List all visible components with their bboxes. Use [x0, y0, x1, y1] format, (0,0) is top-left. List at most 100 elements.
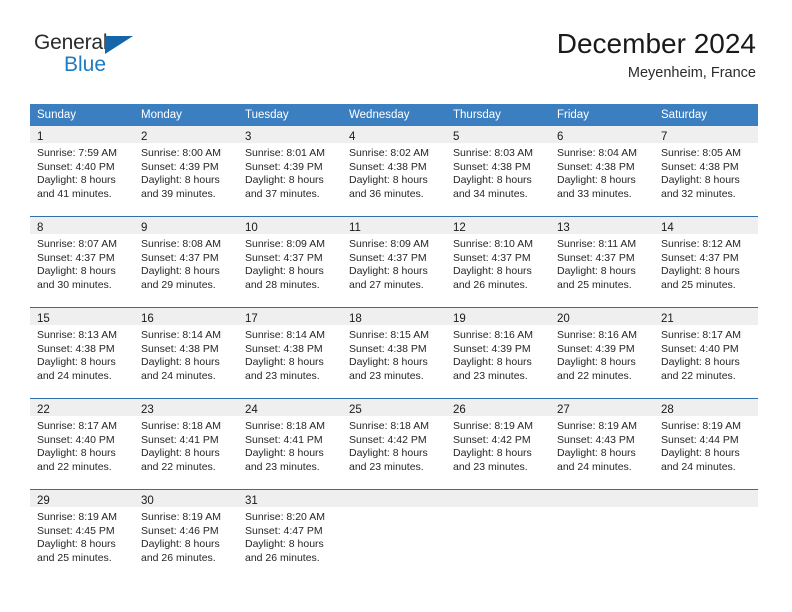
day-number: 21 [661, 313, 674, 325]
day-number-band: 28 [654, 399, 758, 416]
sunset-text: Sunset: 4:38 PM [141, 342, 219, 355]
calendar-day-cell[interactable]: 23 Sunrise: 8:18 AM Sunset: 4:41 PM Dayligh… [134, 398, 238, 483]
day-number: 2 [141, 131, 148, 143]
day-cell-content: 30 Sunrise: 8:19 AM Sunset: 4:46 PM Dayligh… [134, 490, 238, 574]
calendar-day-cell[interactable]: 18 Sunrise: 8:15 AM Sunset: 4:38 PM Dayligh… [342, 307, 446, 392]
weekday-header-tuesday: Tuesday [238, 104, 342, 126]
sunset-text: Sunset: 4:38 PM [245, 342, 323, 355]
day-number-band: 20 [550, 308, 654, 325]
sunset-text: Sunset: 4:37 PM [37, 251, 115, 264]
calendar-day-cell[interactable] [654, 489, 758, 574]
daylight-text-line1: Daylight: 8 hours [557, 356, 636, 369]
calendar-day-cell[interactable]: 27 Sunrise: 8:19 AM Sunset: 4:43 PM Dayligh… [550, 398, 654, 483]
calendar-day-cell[interactable]: 29 Sunrise: 8:19 AM Sunset: 4:45 PM Dayligh… [30, 489, 134, 574]
day-number: 6 [557, 131, 564, 143]
day-number: 8 [37, 222, 44, 234]
sunrise-text: Sunrise: 8:05 AM [661, 147, 741, 159]
daylight-text-line2: and 26 minutes. [141, 551, 216, 564]
daylight-text-line2: and 24 minutes. [141, 369, 216, 382]
sunrise-text: Sunrise: 8:17 AM [661, 329, 741, 341]
daylight-text-line1: Daylight: 8 hours [453, 447, 532, 460]
daylight-text-line2: and 23 minutes. [349, 369, 424, 382]
calendar-day-cell[interactable]: 1 Sunrise: 7:59 AM Sunset: 4:40 PM Daylight… [30, 126, 134, 210]
weekday-header-monday: Monday [134, 104, 238, 126]
day-number-band: 31 [238, 490, 342, 507]
calendar-day-cell[interactable]: 16 Sunrise: 8:14 AM Sunset: 4:38 PM Dayligh… [134, 307, 238, 392]
calendar-day-cell[interactable]: 31 Sunrise: 8:20 AM Sunset: 4:47 PM Dayligh… [238, 489, 342, 574]
daylight-text-line2: and 23 minutes. [245, 369, 320, 382]
sunset-text: Sunset: 4:37 PM [141, 251, 219, 264]
calendar-day-cell[interactable]: 26 Sunrise: 8:19 AM Sunset: 4:42 PM Dayligh… [446, 398, 550, 483]
calendar-day-cell[interactable]: 4 Sunrise: 8:02 AM Sunset: 4:38 PM Daylight… [342, 126, 446, 210]
brand-logo[interactable]: General Blue [34, 32, 164, 82]
sunrise-text: Sunrise: 8:14 AM [245, 329, 325, 341]
calendar-day-cell[interactable]: 13 Sunrise: 8:11 AM Sunset: 4:37 PM Dayligh… [550, 216, 654, 301]
calendar-day-cell[interactable]: 30 Sunrise: 8:19 AM Sunset: 4:46 PM Dayligh… [134, 489, 238, 574]
calendar-day-cell[interactable]: 11 Sunrise: 8:09 AM Sunset: 4:37 PM Dayligh… [342, 216, 446, 301]
calendar-day-cell[interactable]: 12 Sunrise: 8:10 AM Sunset: 4:37 PM Dayligh… [446, 216, 550, 301]
weekday-header-wednesday: Wednesday [342, 104, 446, 126]
day-number-band: 11 [342, 217, 446, 234]
day-number: 23 [141, 404, 154, 416]
calendar-day-cell[interactable]: 14 Sunrise: 8:12 AM Sunset: 4:37 PM Dayligh… [654, 216, 758, 301]
calendar-day-cell[interactable]: 9 Sunrise: 8:08 AM Sunset: 4:37 PM Daylight… [134, 216, 238, 301]
day-number-band: 25 [342, 399, 446, 416]
day-cell-content: 13 Sunrise: 8:11 AM Sunset: 4:37 PM Dayligh… [550, 217, 654, 301]
calendar-day-cell[interactable]: 25 Sunrise: 8:18 AM Sunset: 4:42 PM Dayligh… [342, 398, 446, 483]
calendar-day-cell[interactable]: 6 Sunrise: 8:04 AM Sunset: 4:38 PM Daylight… [550, 126, 654, 210]
calendar-day-cell[interactable]: 3 Sunrise: 8:01 AM Sunset: 4:39 PM Daylight… [238, 126, 342, 210]
sunrise-text: Sunrise: 8:18 AM [245, 420, 325, 432]
day-cell-content: 28 Sunrise: 8:19 AM Sunset: 4:44 PM Dayligh… [654, 399, 758, 483]
calendar-day-cell[interactable]: 10 Sunrise: 8:09 AM Sunset: 4:37 PM Dayligh… [238, 216, 342, 301]
sunset-text: Sunset: 4:47 PM [245, 524, 323, 537]
sunset-text: Sunset: 4:40 PM [661, 342, 739, 355]
calendar-day-cell[interactable]: 22 Sunrise: 8:17 AM Sunset: 4:40 PM Dayligh… [30, 398, 134, 483]
day-number-band: 12 [446, 217, 550, 234]
day-details: Sunrise: 8:11 AM Sunset: 4:37 PM Daylight:… [550, 234, 654, 292]
daylight-text-line1: Daylight: 8 hours [245, 538, 324, 551]
daylight-text-line1: Daylight: 8 hours [37, 538, 116, 551]
calendar-day-cell[interactable]: 19 Sunrise: 8:16 AM Sunset: 4:39 PM Dayligh… [446, 307, 550, 392]
sunset-text: Sunset: 4:39 PM [453, 342, 531, 355]
day-cell-content: 26 Sunrise: 8:19 AM Sunset: 4:42 PM Dayligh… [446, 399, 550, 483]
sunrise-text: Sunrise: 8:02 AM [349, 147, 429, 159]
sunrise-text: Sunrise: 8:18 AM [349, 420, 429, 432]
day-details: Sunrise: 8:02 AM Sunset: 4:38 PM Daylight:… [342, 143, 446, 201]
title-block: December 2024 Meyenheim, France [557, 28, 756, 83]
daylight-text-line1: Daylight: 8 hours [245, 356, 324, 369]
sunset-text: Sunset: 4:37 PM [557, 251, 635, 264]
daylight-text-line2: and 30 minutes. [37, 278, 112, 291]
daylight-text-line2: and 41 minutes. [37, 187, 112, 200]
calendar-day-cell[interactable]: 2 Sunrise: 8:00 AM Sunset: 4:39 PM Daylight… [134, 126, 238, 210]
sunrise-text: Sunrise: 8:17 AM [37, 420, 117, 432]
day-details [446, 507, 550, 511]
calendar-day-cell[interactable]: 17 Sunrise: 8:14 AM Sunset: 4:38 PM Dayligh… [238, 307, 342, 392]
calendar-day-cell[interactable] [446, 489, 550, 574]
day-details: Sunrise: 8:18 AM Sunset: 4:41 PM Daylight:… [134, 416, 238, 474]
calendar-week-row: 15 Sunrise: 8:13 AM Sunset: 4:38 PM Dayligh… [30, 307, 758, 392]
calendar-day-cell[interactable]: 8 Sunrise: 8:07 AM Sunset: 4:37 PM Daylight… [30, 216, 134, 301]
calendar-day-cell[interactable]: 7 Sunrise: 8:05 AM Sunset: 4:38 PM Daylight… [654, 126, 758, 210]
day-number-band: 23 [134, 399, 238, 416]
calendar-day-cell[interactable]: 28 Sunrise: 8:19 AM Sunset: 4:44 PM Dayligh… [654, 398, 758, 483]
day-details: Sunrise: 8:15 AM Sunset: 4:38 PM Daylight:… [342, 325, 446, 383]
daylight-text-line1: Daylight: 8 hours [141, 447, 220, 460]
daylight-text-line2: and 22 minutes. [37, 460, 112, 473]
calendar-day-cell[interactable]: 20 Sunrise: 8:16 AM Sunset: 4:39 PM Dayligh… [550, 307, 654, 392]
calendar-day-cell[interactable] [342, 489, 446, 574]
calendar-week-row: 1 Sunrise: 7:59 AM Sunset: 4:40 PM Daylight… [30, 126, 758, 210]
calendar-day-cell[interactable]: 5 Sunrise: 8:03 AM Sunset: 4:38 PM Daylight… [446, 126, 550, 210]
calendar-day-cell[interactable]: 15 Sunrise: 8:13 AM Sunset: 4:38 PM Dayligh… [30, 307, 134, 392]
calendar-day-cell[interactable] [550, 489, 654, 574]
weekday-header-saturday: Saturday [654, 104, 758, 126]
day-details: Sunrise: 8:08 AM Sunset: 4:37 PM Daylight:… [134, 234, 238, 292]
day-number-band: 2 [134, 126, 238, 143]
day-details: Sunrise: 8:09 AM Sunset: 4:37 PM Daylight:… [238, 234, 342, 292]
calendar-day-cell[interactable]: 21 Sunrise: 8:17 AM Sunset: 4:40 PM Dayligh… [654, 307, 758, 392]
daylight-text-line2: and 39 minutes. [141, 187, 216, 200]
sunset-text: Sunset: 4:39 PM [141, 160, 219, 173]
page-title: December 2024 [556, 28, 756, 59]
day-details [550, 507, 654, 511]
day-cell-content: 29 Sunrise: 8:19 AM Sunset: 4:45 PM Dayligh… [30, 490, 134, 574]
calendar-day-cell[interactable]: 24 Sunrise: 8:18 AM Sunset: 4:41 PM Dayligh… [238, 398, 342, 483]
